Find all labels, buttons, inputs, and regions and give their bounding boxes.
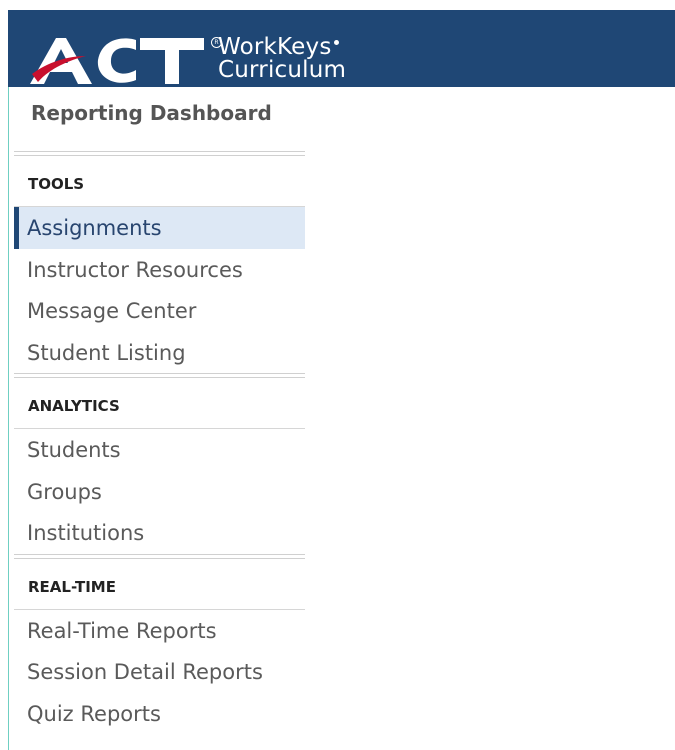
act-logo-graphic bbox=[30, 38, 204, 84]
section-heading-tools: TOOLS bbox=[14, 156, 305, 207]
section-heading-analytics: ANALYTICS bbox=[14, 378, 305, 429]
sidebar-nav: TOOLS Assignments Instructor Resources M… bbox=[14, 151, 305, 734]
page-title: Reporting Dashboard bbox=[31, 101, 272, 125]
sidebar-item-quiz-reports[interactable]: Quiz Reports bbox=[14, 693, 305, 735]
sidebar-item-institutions[interactable]: Institutions bbox=[14, 512, 305, 554]
sidebar-item-message-center[interactable]: Message Center bbox=[14, 290, 305, 332]
product-name-line2: Curriculum bbox=[218, 57, 347, 83]
sidebar-item-session-detail-reports[interactable]: Session Detail Reports bbox=[14, 651, 305, 693]
header-bar: R WorkKeys Curriculum bbox=[8, 10, 675, 87]
sidebar-item-instructor-resources[interactable]: Instructor Resources bbox=[14, 249, 305, 291]
sidebar-item-groups[interactable]: Groups bbox=[14, 471, 305, 513]
product-name: WorkKeys Curriculum bbox=[218, 36, 346, 82]
left-border bbox=[8, 10, 9, 750]
sidebar-item-real-time-reports[interactable]: Real-Time Reports bbox=[14, 610, 305, 652]
trademark-dot-icon bbox=[333, 40, 339, 46]
act-workkeys-logo[interactable]: R WorkKeys Curriculum bbox=[28, 32, 368, 88]
sidebar-item-student-listing[interactable]: Student Listing bbox=[14, 332, 305, 374]
sidebar-item-students[interactable]: Students bbox=[14, 429, 305, 471]
act-logo-mark bbox=[28, 32, 208, 88]
sidebar-item-assignments[interactable]: Assignments bbox=[14, 207, 305, 249]
section-heading-real-time: REAL-TIME bbox=[14, 559, 305, 610]
page: R WorkKeys Curriculum Reporting Dashboar… bbox=[0, 0, 675, 750]
